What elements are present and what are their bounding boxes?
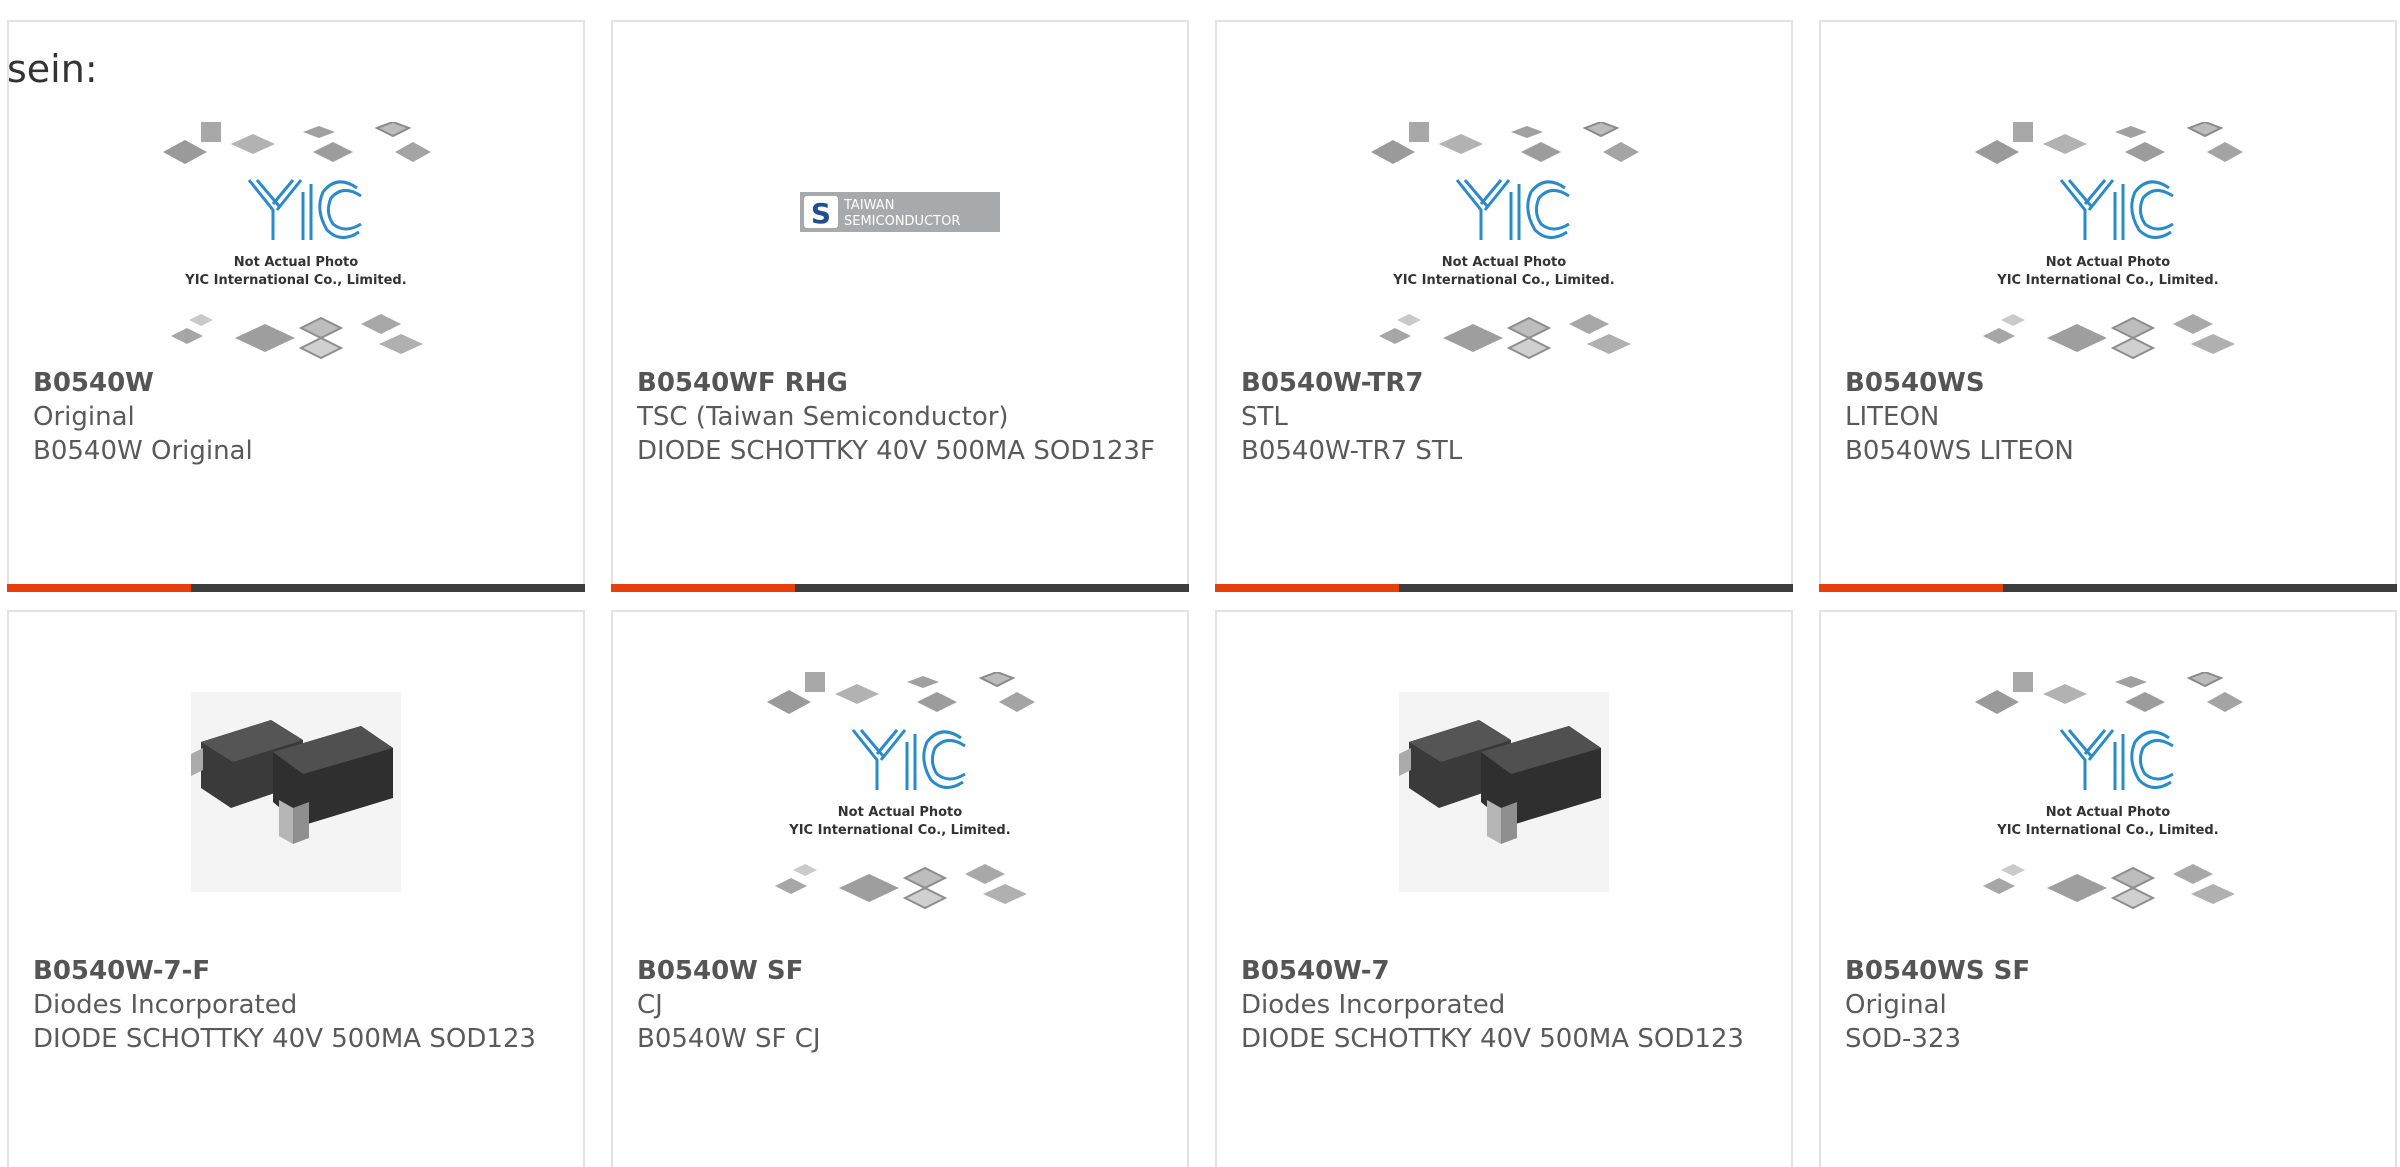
product-info: B0540W Original B0540W Original: [33, 366, 567, 468]
product-card[interactable]: Not Actual Photo YIC International Co., …: [1819, 20, 2397, 592]
product-image: Not Actual Photo YIC International Co., …: [613, 652, 1187, 932]
part-number[interactable]: B0540W-TR7: [1241, 366, 1775, 400]
sod123-photo-image: [191, 692, 401, 892]
svg-text:YIC International Co., Limited: YIC International Co., Limited.: [184, 273, 406, 288]
yic-placeholder-image: Not Actual Photo YIC International Co., …: [1370, 122, 1639, 359]
manufacturer: STL: [1241, 402, 1288, 432]
manufacturer: Original: [1845, 990, 1947, 1020]
svg-text:S: S: [811, 197, 831, 230]
svg-text:Not Actual Photo: Not Actual Photo: [838, 805, 962, 820]
part-number[interactable]: B0540WF RHG: [637, 366, 1171, 400]
yic-logo-icon: [247, 179, 362, 240]
product-image: S TAIWAN SEMICONDUCTOR: [613, 102, 1187, 382]
yic-placeholder-image: Not Actual Photo YIC International Co., …: [1974, 672, 2243, 909]
accent-stripe: [7, 584, 191, 592]
manufacturer: Original: [33, 402, 135, 432]
product-grid-page: sein: Not Actual Photo YIC International…: [0, 0, 2400, 1167]
svg-text:TAIWAN: TAIWAN: [843, 198, 894, 213]
yic-placeholder-image: Not Actual Photo YIC International Co., …: [162, 122, 431, 359]
product-image: [1217, 652, 1791, 932]
part-number[interactable]: B0540WS: [1845, 366, 2379, 400]
description: B0540W-TR7 STL: [1241, 436, 1463, 466]
description: B0540W Original: [33, 436, 253, 466]
product-info: B0540W-TR7 STL B0540W-TR7 STL: [1241, 366, 1775, 468]
yic-logo-icon: [1455, 179, 1570, 240]
product-info: B0540WF RHG TSC (Taiwan Semiconductor) D…: [637, 366, 1171, 468]
sod123-photo-image: [1399, 692, 1609, 892]
yic-logo-icon: [851, 729, 966, 790]
product-info: B0540WS SF Original SOD-323: [1845, 954, 2379, 1056]
manufacturer: Diodes Incorporated: [1241, 990, 1506, 1020]
product-card[interactable]: B0540W-7-F Diodes Incorporated DIODE SCH…: [7, 610, 585, 1167]
product-image: [9, 652, 583, 932]
intro-text: sein:: [7, 47, 98, 91]
tsc-logo-image: S TAIWAN SEMICONDUCTOR: [800, 192, 1000, 232]
description: DIODE SCHOTTKY 40V 500MA SOD123F: [637, 436, 1155, 466]
manufacturer: LITEON: [1845, 402, 1940, 432]
description: B0540W SF CJ: [637, 1024, 821, 1054]
yic-placeholder-image: Not Actual Photo YIC International Co., …: [1974, 122, 2243, 359]
part-number[interactable]: B0540W SF: [637, 954, 1171, 988]
part-number[interactable]: B0540WS SF: [1845, 954, 2379, 988]
svg-text:YIC International Co., Limited: YIC International Co., Limited.: [788, 823, 1010, 838]
product-info: B0540W-7 Diodes Incorporated DIODE SCHOT…: [1241, 954, 1775, 1056]
yic-placeholder-image: Not Actual Photo YIC International Co., …: [766, 672, 1035, 909]
card-accent-bar: [7, 584, 585, 592]
product-card[interactable]: Not Actual Photo YIC International Co., …: [1215, 20, 1793, 592]
part-number[interactable]: B0540W-7-F: [33, 954, 567, 988]
svg-text:Not Actual Photo: Not Actual Photo: [2046, 255, 2170, 270]
svg-text:SEMICONDUCTOR: SEMICONDUCTOR: [844, 214, 960, 229]
yic-logo-icon: [2059, 179, 2174, 240]
card-accent-bar: [1819, 584, 2397, 592]
svg-text:YIC International Co., Limited: YIC International Co., Limited.: [1392, 273, 1614, 288]
card-accent-bar: [1215, 584, 1793, 592]
part-number[interactable]: B0540W: [33, 366, 567, 400]
product-card[interactable]: Not Actual Photo YIC International Co., …: [1819, 610, 2397, 1167]
product-card[interactable]: S TAIWAN SEMICONDUCTOR B0540WF RHG TSC (…: [611, 20, 1189, 592]
manufacturer: Diodes Incorporated: [33, 990, 298, 1020]
description: SOD-323: [1845, 1024, 1961, 1054]
svg-text:Not Actual Photo: Not Actual Photo: [2046, 805, 2170, 820]
svg-text:Not Actual Photo: Not Actual Photo: [1442, 255, 1566, 270]
product-info: B0540WS LITEON B0540WS LITEON: [1845, 366, 2379, 468]
product-card[interactable]: Not Actual Photo YIC International Co., …: [611, 610, 1189, 1167]
manufacturer: CJ: [637, 990, 663, 1020]
description: DIODE SCHOTTKY 40V 500MA SOD123: [1241, 1024, 1744, 1054]
svg-text:YIC International Co., Limited: YIC International Co., Limited.: [1996, 273, 2218, 288]
accent-stripe: [1215, 584, 1399, 592]
product-info: B0540W-7-F Diodes Incorporated DIODE SCH…: [33, 954, 567, 1056]
product-image: Not Actual Photo YIC International Co., …: [1821, 102, 2395, 382]
product-info: B0540W SF CJ B0540W SF CJ: [637, 954, 1171, 1056]
description: B0540WS LITEON: [1845, 436, 2074, 466]
accent-stripe: [611, 584, 795, 592]
manufacturer: TSC (Taiwan Semiconductor): [637, 402, 1009, 432]
svg-text:Not Actual Photo: Not Actual Photo: [234, 255, 358, 270]
product-card[interactable]: Not Actual Photo YIC International Co., …: [7, 20, 585, 592]
description: DIODE SCHOTTKY 40V 500MA SOD123: [33, 1024, 536, 1054]
yic-logo-icon: [2059, 729, 2174, 790]
svg-text:YIC International Co., Limited: YIC International Co., Limited.: [1996, 823, 2218, 838]
product-image: Not Actual Photo YIC International Co., …: [1821, 652, 2395, 932]
part-number[interactable]: B0540W-7: [1241, 954, 1775, 988]
product-image: Not Actual Photo YIC International Co., …: [9, 102, 583, 382]
product-image: Not Actual Photo YIC International Co., …: [1217, 102, 1791, 382]
card-accent-bar: [611, 584, 1189, 592]
accent-stripe: [1819, 584, 2003, 592]
product-card[interactable]: B0540W-7 Diodes Incorporated DIODE SCHOT…: [1215, 610, 1793, 1167]
